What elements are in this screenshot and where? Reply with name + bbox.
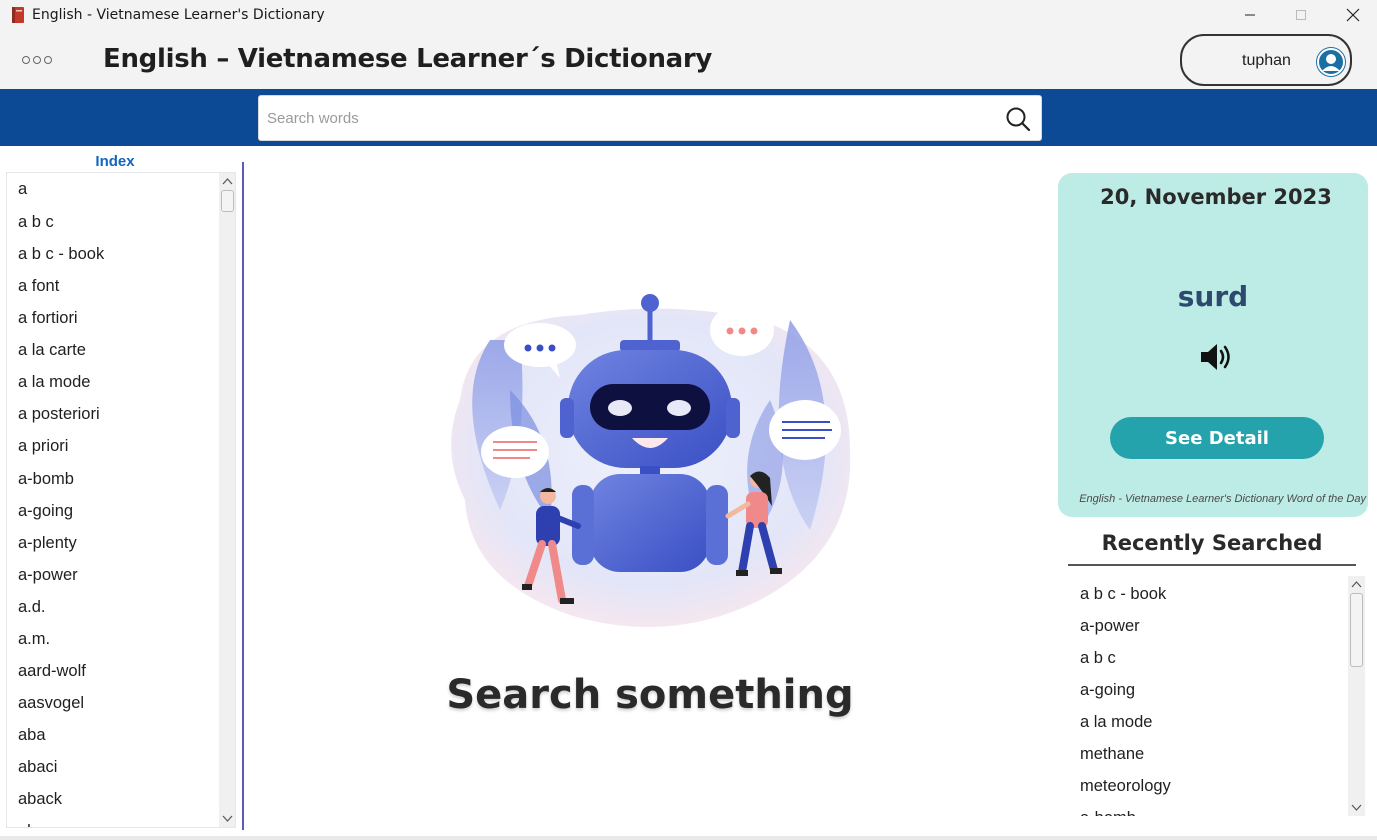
maximize-button[interactable] [1278,0,1324,30]
index-item[interactable]: a b c - book [7,238,219,270]
scroll-down-icon[interactable] [1351,802,1362,813]
window-title: English - Vietnamese Learner's Dictionar… [32,7,325,23]
index-item[interactable]: a fortiori [7,302,219,334]
index-scrollbar[interactable] [219,173,235,827]
scroll-up-icon[interactable] [222,176,233,187]
recent-search-item[interactable]: meteorology [1068,770,1346,802]
index-item[interactable]: a.m. [7,623,219,655]
index-item[interactable]: a la mode [7,366,219,398]
index-list-panel: aa b ca b c - book a font a fortiori a la c… [6,172,236,828]
index-item[interactable]: a la carte [7,334,219,366]
app-header: English – Vietnamese Learner´s Dictionar… [0,30,1377,89]
scroll-down-icon[interactable] [222,813,233,824]
window-title-bar: English - Vietnamese Learner's Dictionar… [0,0,1377,30]
recent-searches-panel: a b c - book a-power a b c a-going a la mode… [1068,576,1366,816]
recent-search-item[interactable]: a la mode [1068,706,1346,738]
panel-divider [242,162,244,830]
minimize-icon [1245,14,1255,16]
index-item[interactable]: a priori [7,430,219,462]
index-item[interactable]: aard-wolf [7,655,219,687]
maximize-icon [1296,10,1306,20]
window-bottom-edge [0,836,1377,840]
close-button[interactable] [1330,0,1376,30]
book-icon [12,7,24,23]
index-item[interactable]: aasvogel [7,687,219,719]
minimize-button[interactable] [1227,0,1273,30]
recent-searches-title: Recently Searched [1101,531,1323,555]
index-item[interactable]: a-going [7,495,219,527]
user-account-button[interactable]: tuphan [1180,34,1352,86]
wotd-caption: English - Vietnamese Learner's Dictionar… [1079,493,1366,505]
app-title: English – Vietnamese Learner´s Dictionar… [103,44,713,74]
index-list: aa b ca b c - book a font a fortiori a la c… [7,173,219,827]
word-of-the-day-card: 20, November 2023 surd See Detail Englis… [1058,173,1368,517]
index-item[interactable]: a-bomb [7,463,219,495]
index-item[interactable]: a-plenty [7,527,219,559]
search-input[interactable] [267,96,987,140]
wotd-date: 20, November 2023 [1100,185,1332,209]
see-detail-button[interactable]: See Detail [1110,417,1324,459]
more-options-icon[interactable] [20,50,54,70]
recent-divider [1068,564,1356,566]
scrollbar-thumb[interactable] [221,190,234,212]
search-icon[interactable] [1005,106,1031,132]
index-item[interactable]: aba [7,719,219,751]
empty-state-title: Search something [446,672,854,718]
username-label: tuphan [1242,52,1291,69]
speaker-icon[interactable] [1199,341,1233,373]
recent-search-item[interactable]: a-going [1068,674,1346,706]
recent-searches-list: a b c - book a-power a b c a-going a la mode… [1068,578,1346,816]
scrollbar-thumb[interactable] [1350,593,1363,667]
wotd-word: surd [1177,280,1249,313]
index-item[interactable]: abacus [7,815,219,827]
index-item[interactable]: a-power [7,559,219,591]
recent-search-item[interactable]: a-bomb [1068,802,1346,816]
recent-search-item[interactable]: a b c - book [1068,578,1346,610]
index-item[interactable]: a font [7,270,219,302]
index-item[interactable]: a b c [7,206,219,238]
robot-illustration [451,294,851,627]
close-icon [1346,8,1360,22]
recent-search-item[interactable]: a b c [1068,642,1346,674]
index-title: Index [95,153,135,170]
index-item[interactable]: a.d. [7,591,219,623]
search-bar [0,89,1377,146]
recent-scrollbar[interactable] [1348,576,1365,816]
recent-search-item[interactable]: a-power [1068,610,1346,642]
index-item[interactable]: a posteriori [7,398,219,430]
index-item[interactable]: a [7,173,219,206]
avatar-icon [1316,47,1346,77]
index-item[interactable]: abaci [7,751,219,783]
recent-search-item[interactable]: methane [1068,738,1346,770]
index-item[interactable]: aback [7,783,219,815]
scroll-up-icon[interactable] [1351,579,1362,590]
search-box [258,95,1042,141]
